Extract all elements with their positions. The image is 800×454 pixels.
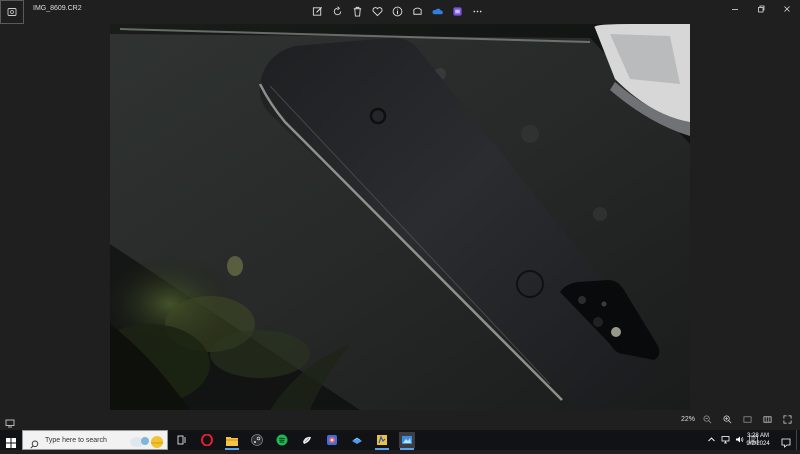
more-icon[interactable] xyxy=(471,5,484,18)
file-name: IMG_8609.CR2 xyxy=(33,5,82,12)
steam-icon[interactable] xyxy=(349,432,365,448)
zoom-in-icon[interactable] xyxy=(722,414,733,425)
steam-dark-icon[interactable] xyxy=(249,432,265,448)
show-desktop-button[interactable] xyxy=(796,430,800,450)
search-placeholder: Type here to search xyxy=(45,437,107,444)
taskbar-search[interactable]: Type here to search xyxy=(22,430,168,450)
clipchamp-icon[interactable] xyxy=(451,5,464,18)
windows-icon xyxy=(6,438,16,448)
photos-tray-icon[interactable] xyxy=(374,432,390,450)
title-bar: IMG_8609.CR2 xyxy=(0,0,800,24)
clock-time: 3:28 AM xyxy=(746,433,769,439)
viewer-status-bar: 22% xyxy=(0,410,800,430)
opera-icon[interactable] xyxy=(199,432,215,448)
photos-app-icon[interactable] xyxy=(0,0,24,24)
taskbar: Type here to search 3:28 AM 9/2/2024 xyxy=(0,430,800,450)
window-controls xyxy=(722,0,800,18)
info-icon[interactable] xyxy=(391,5,404,18)
app-icon[interactable] xyxy=(299,432,315,448)
onedrive-icon[interactable] xyxy=(431,5,444,18)
edit-icon[interactable] xyxy=(311,5,324,18)
phone-photo xyxy=(110,24,690,410)
fullscreen-icon[interactable] xyxy=(782,414,793,425)
rotate-icon[interactable] xyxy=(331,5,344,18)
close-icon[interactable] xyxy=(774,0,800,18)
spotify-icon[interactable] xyxy=(274,432,290,448)
copilot-icon[interactable] xyxy=(324,432,340,448)
fit-window-icon[interactable] xyxy=(742,414,753,425)
clock[interactable]: 3:28 AM 9/2/2024 xyxy=(743,432,773,448)
image-toolbar xyxy=(311,3,484,19)
taskbar-apps xyxy=(174,432,415,450)
zoom-out-icon[interactable] xyxy=(702,414,713,425)
zoom-level: 22% xyxy=(681,416,696,423)
start-button[interactable] xyxy=(6,435,16,448)
task-view-icon[interactable] xyxy=(174,432,190,448)
clock-date: 9/2/2024 xyxy=(746,441,770,447)
delete-icon[interactable] xyxy=(351,5,364,18)
filmstrip-icon[interactable] xyxy=(762,414,773,425)
zoom-controls xyxy=(702,414,793,425)
minimize-icon[interactable] xyxy=(722,0,748,18)
search-icon xyxy=(30,436,39,449)
chevron-up-icon[interactable] xyxy=(706,434,716,445)
photos-icon[interactable] xyxy=(399,432,415,450)
favorite-icon[interactable] xyxy=(371,5,384,18)
photo-canvas[interactable] xyxy=(110,24,690,410)
notification-icon[interactable] xyxy=(781,435,791,448)
search-highlight-icon xyxy=(129,433,165,449)
file-explorer-icon[interactable] xyxy=(224,432,240,450)
crop-icon[interactable] xyxy=(411,5,424,18)
maximize-icon[interactable] xyxy=(748,0,774,18)
network-icon[interactable] xyxy=(720,434,730,445)
slideshow-icon[interactable] xyxy=(5,415,15,428)
